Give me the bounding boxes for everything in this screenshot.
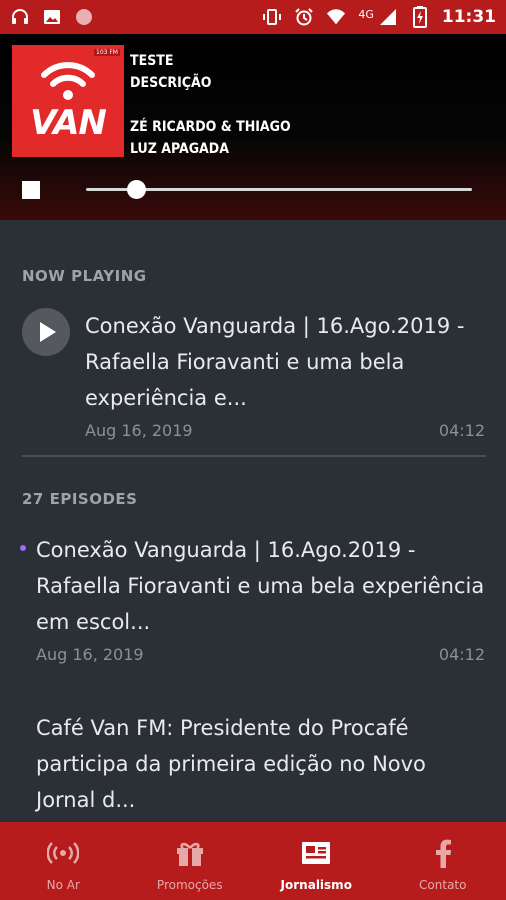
alarm-icon (294, 7, 314, 27)
news-icon (299, 836, 333, 870)
nav-item-contato[interactable]: Contato (380, 822, 506, 900)
episode-duration: 04:12 (438, 645, 485, 664)
clock: 11:31 (441, 7, 496, 27)
vibrate-icon (262, 7, 282, 27)
audio-player: 103 FM VAN TESTE DESCRIÇÃO ZÉ RICARDO & … (0, 34, 506, 220)
now-playing-title[interactable]: Conexão Vanguarda | 16.Ago.2019 - Rafael… (85, 308, 485, 416)
episodes-count-label: 27 EPISODES (22, 490, 138, 508)
app-screen: 4G 11:31 103 FM VAN TESTE DESCRIÇÃO ZÉ R (0, 0, 506, 900)
track-line-1: TESTE (130, 53, 174, 69)
nav-label: Jornalismo (280, 878, 352, 892)
seek-thumb[interactable] (126, 180, 146, 199)
nav-label: Contato (419, 878, 467, 892)
track-line-3: ZÉ RICARDO & THIAGO (130, 119, 291, 135)
stop-button[interactable] (22, 181, 40, 199)
seek-bar[interactable] (86, 180, 472, 199)
nav-item-no-ar[interactable]: No Ar (0, 822, 127, 900)
battery-charging-icon (410, 6, 430, 28)
nav-item-jornalismo[interactable]: Jornalismo (253, 822, 380, 900)
logo-badge: 103 FM (94, 49, 120, 56)
episode-list-panel: NOW PLAYING Conexão Vanguarda | 16.Ago.2… (0, 220, 506, 822)
track-info: TESTE DESCRIÇÃO ZÉ RICARDO & THIAGO LUZ … (130, 50, 291, 160)
network-type: 4G (358, 7, 374, 21)
now-playing-date: Aug 16, 2019 (85, 421, 193, 440)
signal-icon (378, 7, 398, 27)
now-playing-duration: 04:12 (438, 421, 485, 440)
image-icon (42, 7, 62, 27)
bottom-navigation: No Ar Promoções Jornalismo Contato (0, 822, 506, 900)
play-button[interactable] (22, 308, 70, 356)
unplayed-dot-icon (20, 545, 26, 551)
record-icon (74, 7, 94, 27)
episode-title[interactable]: Conexão Vanguarda | 16.Ago.2019 - Rafael… (36, 532, 486, 640)
wifi-icon (326, 7, 346, 27)
nav-label: No Ar (46, 878, 80, 892)
nav-item-promocoes[interactable]: Promoções (127, 822, 254, 900)
wifi-logo-icon (41, 62, 95, 100)
status-bar: 4G 11:31 (0, 0, 506, 34)
nav-label: Promoções (156, 878, 223, 892)
track-line-4: LUZ APAGADA (130, 141, 229, 157)
station-logo: 103 FM VAN (12, 45, 124, 157)
episode-title[interactable]: Café Van FM: Presidente do Procafé parti… (36, 710, 486, 818)
now-playing-label: NOW PLAYING (22, 267, 147, 285)
play-icon (40, 322, 56, 342)
headphones-icon (10, 7, 30, 27)
gift-icon (173, 836, 207, 870)
episode-date: Aug 16, 2019 (36, 645, 144, 664)
logo-wordmark: VAN (30, 103, 107, 143)
track-line-2: DESCRIÇÃO (130, 75, 212, 91)
broadcast-icon (46, 836, 80, 870)
facebook-icon (426, 836, 460, 870)
divider (22, 455, 486, 457)
